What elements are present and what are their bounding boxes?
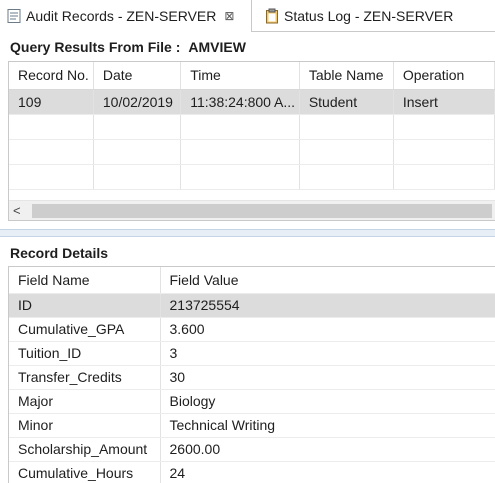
- column-header-field-value[interactable]: Field Value: [160, 267, 495, 294]
- table-row-empty: [9, 139, 495, 165]
- table-row[interactable]: Scholarship_Amount 2600.00: [9, 437, 495, 462]
- field-value-cell: 24: [160, 461, 495, 483]
- field-name-cell: Minor: [9, 413, 161, 438]
- table-row[interactable]: Minor Technical Writing: [9, 413, 495, 438]
- column-header-operation[interactable]: Operation: [393, 62, 495, 90]
- table-row[interactable]: Cumulative_Hours 24: [9, 461, 495, 483]
- table-row[interactable]: Tuition_ID 3: [9, 341, 495, 366]
- field-name-cell: Cumulative_Hours: [9, 461, 161, 483]
- record-details-table: Field Name Field Value ID 213725554 Cumu…: [8, 266, 495, 483]
- close-icon[interactable]: ⊠: [224, 9, 234, 23]
- column-header-time[interactable]: Time: [180, 62, 300, 90]
- field-value-cell: 30: [160, 365, 495, 390]
- audit-records-icon: [6, 8, 22, 24]
- field-value-cell: 3: [160, 341, 495, 366]
- tab-label: Audit Records - ZEN-SERVER: [26, 8, 217, 24]
- table-row[interactable]: Cumulative_GPA 3.600: [9, 317, 495, 342]
- cell-time: 11:38:24:800 A...: [180, 89, 300, 115]
- query-results-table: Record No. Date Time Table Name Operatio…: [8, 61, 495, 221]
- field-value-cell: 2600.00: [160, 437, 495, 462]
- field-value-cell: 213725554: [160, 293, 495, 318]
- field-name-cell: Tuition_ID: [9, 341, 161, 366]
- field-name-cell: Major: [9, 389, 161, 414]
- horizontal-scrollbar[interactable]: <: [9, 200, 495, 220]
- column-header-field-name[interactable]: Field Name: [9, 267, 161, 294]
- scrollbar-thumb[interactable]: [32, 204, 492, 218]
- field-name-cell: Scholarship_Amount: [9, 437, 161, 462]
- cell-operation: Insert: [393, 89, 495, 115]
- cell-table-name: Student: [299, 89, 394, 115]
- scroll-left-icon[interactable]: <: [13, 203, 21, 218]
- column-header-date[interactable]: Date: [93, 62, 182, 90]
- table-row[interactable]: 109 10/02/2019 11:38:24:800 A... Student…: [9, 89, 495, 115]
- tab-audit-records[interactable]: Audit Records - ZEN-SERVER ⊠: [0, 0, 252, 32]
- table-row[interactable]: Transfer_Credits 30: [9, 365, 495, 390]
- table-header-row: Field Name Field Value: [9, 267, 495, 294]
- tab-status-log[interactable]: Status Log - ZEN-SERVER: [258, 0, 488, 32]
- table-header-row: Record No. Date Time Table Name Operatio…: [9, 62, 495, 90]
- cell-record-no: 109: [9, 89, 94, 115]
- editor-tab-bar: Audit Records - ZEN-SERVER ⊠ Status Log …: [0, 0, 495, 32]
- column-header-table-name[interactable]: Table Name: [299, 62, 394, 90]
- pane-splitter[interactable]: [0, 229, 495, 237]
- query-results-title: Query Results From File : AMVIEW: [10, 39, 246, 55]
- tab-label: Status Log - ZEN-SERVER: [284, 8, 454, 24]
- field-value-cell: Biology: [160, 389, 495, 414]
- cell-date: 10/02/2019: [93, 89, 182, 115]
- field-value-cell: 3.600: [160, 317, 495, 342]
- record-details-title: Record Details: [10, 245, 109, 261]
- query-file-name: AMVIEW: [188, 39, 246, 55]
- table-row[interactable]: ID 213725554: [9, 293, 495, 318]
- field-value-cell: Technical Writing: [160, 413, 495, 438]
- column-header-record-no[interactable]: Record No.: [9, 62, 94, 90]
- field-name-cell: ID: [9, 293, 161, 318]
- query-results-label: Query Results From File :: [10, 39, 181, 55]
- table-row[interactable]: Major Biology: [9, 389, 495, 414]
- table-row-empty: [9, 164, 495, 190]
- clipboard-icon: [264, 8, 280, 24]
- table-row-empty: [9, 114, 495, 140]
- field-name-cell: Cumulative_GPA: [9, 317, 161, 342]
- field-name-cell: Transfer_Credits: [9, 365, 161, 390]
